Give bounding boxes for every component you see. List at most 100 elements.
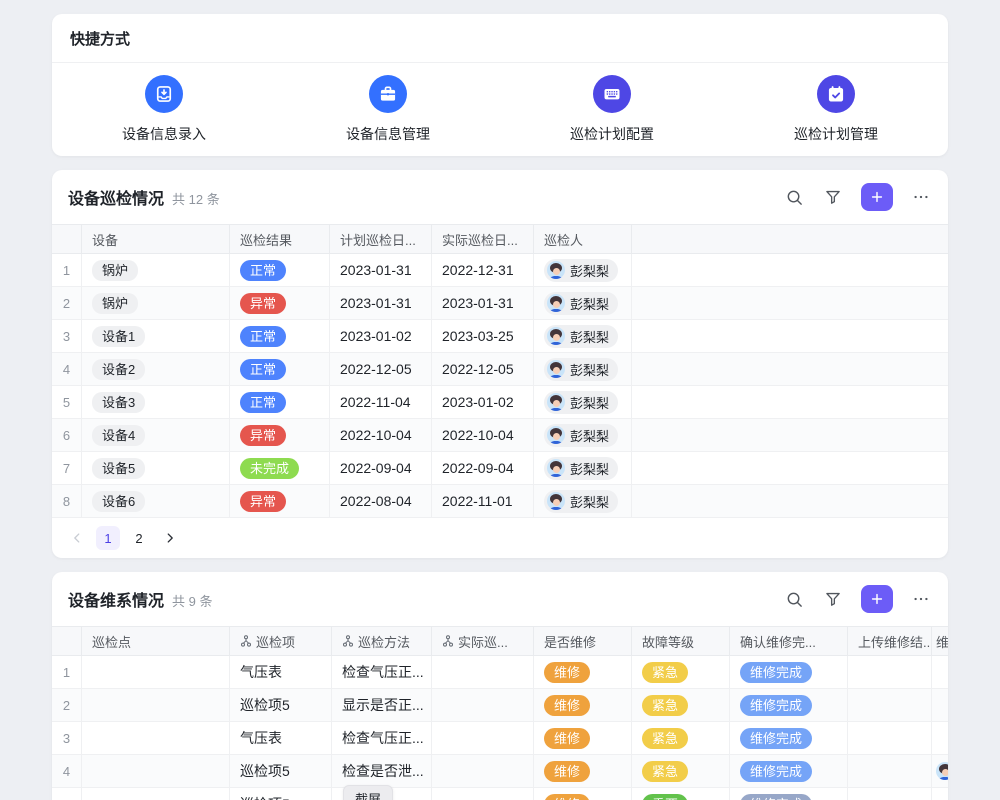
level-badge[interactable]: 紧急: [642, 728, 688, 749]
confirm-button[interactable]: 维修完成: [740, 662, 812, 683]
column-header-confirm[interactable]: 确认维修完...: [730, 627, 848, 655]
planned-date[interactable]: 2022-10-04: [330, 419, 432, 451]
confirm-button[interactable]: 维修完成: [740, 794, 812, 800]
page-button-1[interactable]: 1: [96, 526, 120, 550]
actual-date[interactable]: 2022-10-04: [432, 419, 534, 451]
planned-date[interactable]: 2023-01-31: [330, 287, 432, 319]
actual-cell[interactable]: [432, 689, 534, 721]
table-row[interactable]: 2 巡检项5 显示是否正... 维修 紧急 维修完成: [52, 689, 948, 722]
upload-cell[interactable]: [848, 689, 932, 721]
filter-icon[interactable]: [822, 588, 844, 610]
chevron-right-icon[interactable]: [158, 526, 182, 550]
item-cell[interactable]: 气压表: [230, 722, 332, 754]
device-tag[interactable]: 锅炉: [92, 293, 138, 314]
result-badge[interactable]: 正常: [240, 359, 286, 380]
confirm-button[interactable]: 维修完成: [740, 695, 812, 716]
person-chip[interactable]: 彭梨梨: [544, 424, 618, 447]
upload-cell[interactable]: [848, 722, 932, 754]
column-header-result[interactable]: 巡检结果: [230, 225, 330, 253]
repair-badge[interactable]: 维修: [544, 662, 590, 683]
column-header-actual[interactable]: 实际巡检日...: [432, 225, 534, 253]
chevron-left-icon[interactable]: [65, 526, 89, 550]
extra-cell[interactable]: [932, 689, 948, 721]
shortcut-plan-manage[interactable]: 巡检计划管理: [724, 75, 948, 144]
actual-date[interactable]: 2023-03-25: [432, 320, 534, 352]
device-tag[interactable]: 设备5: [92, 458, 145, 479]
table-row[interactable]: 8 设备6 异常 2022-08-04 2022-11-01 彭梨梨: [52, 485, 948, 518]
point-cell[interactable]: [82, 656, 230, 688]
result-badge[interactable]: 异常: [240, 491, 286, 512]
planned-date[interactable]: 2022-09-04: [330, 452, 432, 484]
actual-cell[interactable]: [432, 788, 534, 800]
column-header-method[interactable]: 巡检方法: [332, 627, 432, 655]
device-tag[interactable]: 设备6: [92, 491, 145, 512]
actual-date[interactable]: 2023-01-02: [432, 386, 534, 418]
column-header-point[interactable]: 巡检点: [82, 627, 230, 655]
method-cell[interactable]: 检查是否泄...: [332, 755, 432, 787]
shortcut-plan-config[interactable]: 巡检计划配置: [500, 75, 724, 144]
result-badge[interactable]: 正常: [240, 260, 286, 281]
shortcut-device-manage[interactable]: 设备信息管理: [276, 75, 500, 144]
avatar[interactable]: [936, 762, 948, 780]
actual-cell[interactable]: [432, 656, 534, 688]
point-cell[interactable]: [82, 722, 230, 754]
extra-cell[interactable]: [932, 722, 948, 754]
actual-date[interactable]: 2022-09-04: [432, 452, 534, 484]
planned-date[interactable]: 2022-11-04: [330, 386, 432, 418]
table-row[interactable]: 6 设备4 异常 2022-10-04 2022-10-04 彭梨梨: [52, 419, 948, 452]
item-cell[interactable]: 巡检项5: [230, 755, 332, 787]
method-cell[interactable]: 检查气压正...: [332, 722, 432, 754]
person-chip[interactable]: 彭梨梨: [544, 292, 618, 315]
table-row[interactable]: 5 设备3 正常 2022-11-04 2023-01-02 彭梨梨: [52, 386, 948, 419]
planned-date[interactable]: 2023-01-31: [330, 254, 432, 286]
table-row[interactable]: 1 锅炉 正常 2023-01-31 2022-12-31 彭梨梨: [52, 254, 948, 287]
repair-badge[interactable]: 维修: [544, 695, 590, 716]
add-record-button[interactable]: [861, 183, 893, 211]
item-cell[interactable]: 巡检项5: [230, 788, 332, 800]
device-tag[interactable]: 设备3: [92, 392, 145, 413]
device-tag[interactable]: 设备4: [92, 425, 145, 446]
actual-date[interactable]: 2022-12-31: [432, 254, 534, 286]
person-chip[interactable]: 彭梨梨: [544, 358, 618, 381]
device-tag[interactable]: 锅炉: [92, 260, 138, 281]
device-tag[interactable]: 设备1: [92, 326, 145, 347]
point-cell[interactable]: [82, 755, 230, 787]
column-header-upload[interactable]: 上传维修结...: [848, 627, 932, 655]
upload-cell[interactable]: [848, 755, 932, 787]
upload-cell[interactable]: [848, 656, 932, 688]
repair-badge[interactable]: 维修: [544, 728, 590, 749]
table-row[interactable]: 1 气压表 检查气压正... 维修 紧急 维修完成: [52, 656, 948, 689]
actual-cell[interactable]: [432, 722, 534, 754]
result-badge[interactable]: 正常: [240, 392, 286, 413]
actual-date[interactable]: 2023-01-31: [432, 287, 534, 319]
table-row[interactable]: 4 设备2 正常 2022-12-05 2022-12-05 彭梨梨: [52, 353, 948, 386]
extra-cell[interactable]: [932, 788, 948, 800]
point-cell[interactable]: [82, 689, 230, 721]
repair-badge[interactable]: 维修: [544, 761, 590, 782]
actual-date[interactable]: 2022-11-01: [432, 485, 534, 517]
search-icon[interactable]: [783, 186, 805, 208]
method-cell[interactable]: 检查气压正...: [332, 656, 432, 688]
level-badge[interactable]: 紧急: [642, 695, 688, 716]
table-row[interactable]: 3 设备1 正常 2023-01-02 2023-03-25 彭梨梨: [52, 320, 948, 353]
more-icon[interactable]: [910, 588, 932, 610]
add-record-button[interactable]: [861, 585, 893, 613]
repair-badge[interactable]: 维修: [544, 794, 590, 800]
search-icon[interactable]: [783, 588, 805, 610]
person-chip[interactable]: 彭梨梨: [544, 259, 618, 282]
planned-date[interactable]: 2023-01-02: [330, 320, 432, 352]
column-header-person[interactable]: 巡检人: [534, 225, 632, 253]
point-cell[interactable]: [82, 788, 230, 800]
column-header-repair[interactable]: 是否维修: [534, 627, 632, 655]
item-cell[interactable]: 气压表: [230, 656, 332, 688]
extra-cell[interactable]: [932, 755, 948, 787]
more-icon[interactable]: [910, 186, 932, 208]
column-header-planned[interactable]: 计划巡检日...: [330, 225, 432, 253]
level-badge[interactable]: 重要: [642, 794, 688, 800]
level-badge[interactable]: 紧急: [642, 662, 688, 683]
person-chip[interactable]: 彭梨梨: [544, 457, 618, 480]
extra-cell[interactable]: [932, 656, 948, 688]
column-header-level[interactable]: 故障等级: [632, 627, 730, 655]
actual-date[interactable]: 2022-12-05: [432, 353, 534, 385]
level-badge[interactable]: 紧急: [642, 761, 688, 782]
